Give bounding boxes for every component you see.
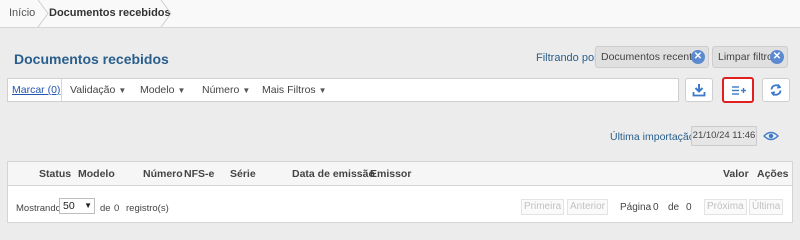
breadcrumb: Início Documentos recebidos: [0, 0, 800, 28]
column-status[interactable]: Status: [39, 168, 71, 180]
filter-toolbar: Marcar (0) Validação ▼ Modelo ▼ Número ▼ Ma…: [7, 78, 679, 102]
chevron-down-icon: ▼: [84, 201, 92, 210]
filter-label: Filtrando por:: [536, 52, 601, 64]
validation-label: Validação: [70, 84, 116, 96]
chevron-down-icon: ▼: [177, 86, 186, 95]
breadcrumb-current: Documentos recebidos: [49, 7, 171, 19]
download-icon: [692, 84, 706, 97]
add-column-icon: [732, 86, 746, 95]
download-button[interactable]: [685, 78, 713, 102]
chevron-down-icon: ▼: [318, 86, 327, 95]
model-dropdown[interactable]: Modelo ▼: [140, 84, 185, 96]
column-issuer[interactable]: Emissor: [370, 168, 411, 180]
table-header: Status Modelo Número NFS-e Série Data de…: [8, 162, 792, 186]
model-label: Modelo: [140, 84, 175, 96]
last-page-button[interactable]: Última: [749, 199, 784, 215]
column-actions: Ações: [757, 168, 789, 180]
chevron-down-icon: ▼: [118, 86, 127, 95]
page-size-select[interactable]: 50 ▼: [59, 198, 95, 214]
last-import-label: Última importação:: [610, 131, 698, 143]
documents-table: Status Modelo Número NFS-e Série Data de…: [7, 161, 793, 223]
close-icon[interactable]: ✕: [770, 50, 784, 64]
first-page-button[interactable]: Primeira: [521, 199, 565, 215]
showing-label: Mostrando: [16, 203, 61, 214]
filter-chip-label: Documentos recentes: [601, 51, 704, 63]
page-of-label: de: [668, 202, 680, 213]
mark-link[interactable]: Marcar (0): [12, 84, 60, 96]
column-issue-date[interactable]: Data de emissão: [292, 168, 375, 180]
refresh-button[interactable]: [762, 78, 790, 102]
page-count: 0: [686, 202, 692, 213]
clear-filters-button[interactable]: Limpar filtros ✕: [712, 46, 788, 68]
more-filters-label: Mais Filtros: [262, 84, 316, 96]
breadcrumb-separator-icon: [37, 0, 49, 27]
next-page-button[interactable]: Próxima: [704, 199, 747, 215]
eye-icon[interactable]: [763, 130, 779, 142]
total-records: 0: [114, 203, 120, 214]
current-page: 0: [653, 202, 659, 213]
page-title: Documentos recebidos: [14, 51, 169, 67]
filter-chip: Documentos recentes ✕: [595, 46, 709, 68]
column-series[interactable]: Série: [230, 168, 256, 180]
close-icon[interactable]: ✕: [691, 50, 705, 64]
refresh-icon: [770, 84, 782, 96]
page-size-value: 50: [63, 200, 75, 212]
chevron-down-icon: ▼: [242, 86, 251, 95]
number-label: Número: [202, 84, 240, 96]
breadcrumb-separator-icon: [160, 0, 172, 27]
validation-dropdown[interactable]: Validação ▼: [70, 84, 126, 96]
page-label: Página: [620, 202, 652, 213]
of-label: de: [100, 203, 111, 214]
number-dropdown[interactable]: Número ▼: [202, 84, 250, 96]
column-model[interactable]: Modelo: [78, 168, 115, 180]
breadcrumb-home[interactable]: Início: [9, 0, 35, 27]
divider: [61, 79, 62, 101]
column-number[interactable]: Número: [143, 168, 183, 180]
last-import-value: 21/10/24 11:46: [691, 126, 757, 146]
add-column-button[interactable]: [722, 77, 754, 103]
previous-page-button[interactable]: Anterior: [567, 199, 609, 215]
records-label: registro(s): [126, 203, 169, 214]
column-value[interactable]: Valor: [723, 168, 749, 180]
more-filters-dropdown[interactable]: Mais Filtros ▼: [262, 84, 327, 96]
column-nfse[interactable]: NFS-e: [184, 168, 214, 180]
